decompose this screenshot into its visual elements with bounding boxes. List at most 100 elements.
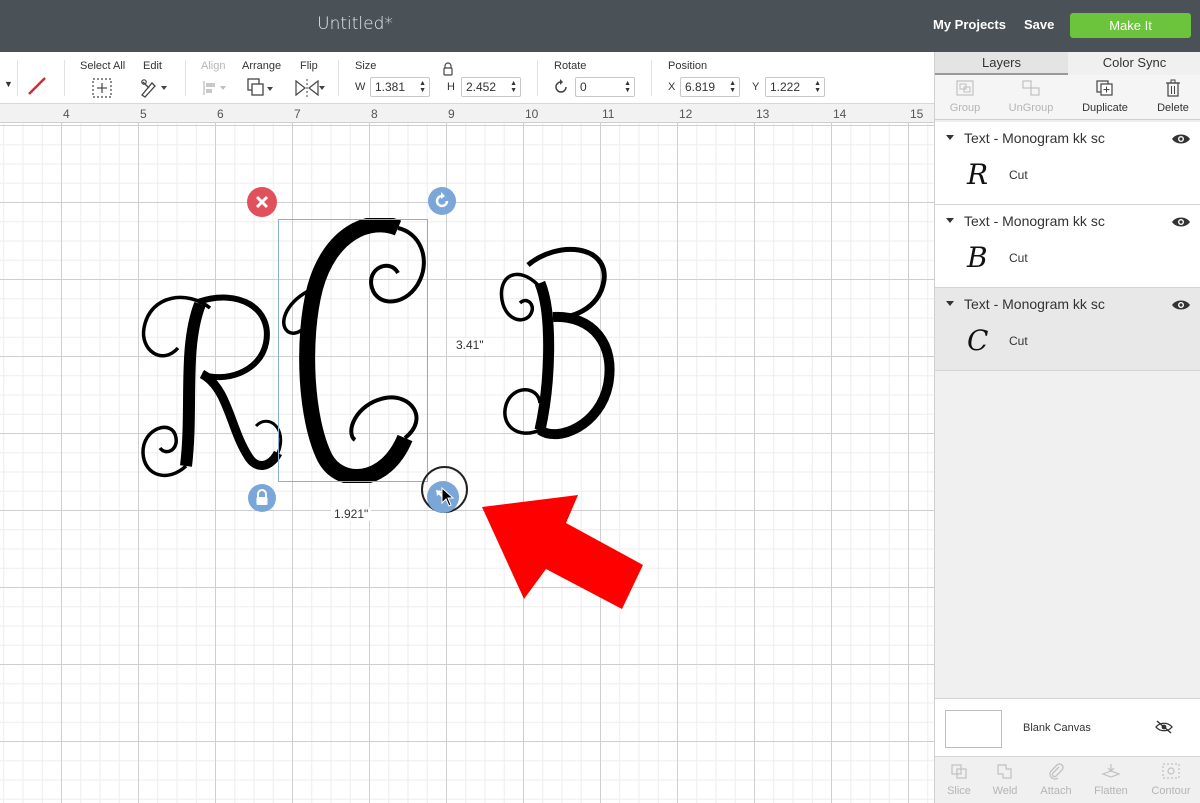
selection-bounding-box (278, 219, 428, 482)
y-stepper-icon[interactable]: ▲ ▼ (814, 80, 821, 94)
group-button[interactable]: Group (935, 79, 995, 114)
slice-button[interactable]: Slice (934, 762, 984, 797)
eye-hidden-icon[interactable] (1155, 720, 1173, 734)
ruler-tick-label: 10 (525, 107, 539, 121)
my-projects-link[interactable]: My Projects (933, 17, 1006, 32)
line-color-icon[interactable] (27, 76, 47, 101)
red-pointer-arrow (482, 495, 643, 609)
duplicate-label: Duplicate (1082, 102, 1128, 114)
ruler-tick-label: 6 (217, 107, 224, 121)
ruler-tick-label: 4 (63, 107, 70, 121)
combine-actions: Slice Weld Attach Flatten Contour (935, 756, 1200, 803)
lock-proportions-handle[interactable] (248, 484, 276, 512)
size-label: Size (355, 60, 377, 72)
ruler-tick-label: 8 (371, 107, 378, 121)
layer-operation[interactable]: Cut (1009, 251, 1028, 265)
eye-icon[interactable] (1171, 215, 1191, 229)
contour-button[interactable]: Contour (1146, 762, 1196, 797)
caret-down-icon[interactable] (946, 218, 954, 223)
lock-ratio-icon[interactable] (441, 62, 455, 81)
layer-item-selected[interactable]: Text - Monogram kk sc C Cut (935, 288, 1200, 371)
canvas-color-swatch[interactable] (945, 710, 1002, 748)
caret-down-icon[interactable] (946, 301, 954, 306)
flip-icon[interactable] (293, 77, 325, 104)
layer-operation[interactable]: Cut (1009, 334, 1028, 348)
flatten-icon (1101, 764, 1121, 778)
select-all-label: Select All (80, 60, 126, 72)
delete-button[interactable]: Delete (1143, 79, 1200, 114)
y-letter: Y (752, 81, 760, 93)
ruler-tick-label: 13 (756, 107, 770, 121)
layer-title: Text - Monogram kk sc (964, 213, 1105, 229)
height-input[interactable]: 2.452 ▲ ▼ (461, 77, 521, 97)
rotate-value: 0 (580, 80, 587, 94)
project-title: Untitled* (317, 14, 393, 34)
top-bar: Untitled* My Projects Save Make It (0, 0, 1200, 52)
duplicate-icon (1096, 80, 1113, 96)
layer-item[interactable]: Text - Monogram kk sc B Cut (935, 205, 1200, 288)
attach-button[interactable]: Attach (1031, 762, 1081, 797)
align-icon (202, 79, 228, 102)
layer-item[interactable]: Text - Monogram kk sc R Cut (935, 122, 1200, 205)
arrange-icon[interactable] (246, 77, 276, 104)
make-it-button[interactable]: Make It (1070, 13, 1191, 38)
rotate-label: Rotate (554, 60, 587, 72)
delete-label: Delete (1157, 102, 1189, 114)
layer-operation[interactable]: Cut (1009, 168, 1028, 182)
paperclip-icon (1049, 763, 1064, 780)
eye-icon[interactable] (1171, 298, 1191, 312)
chevron-down-icon[interactable]: ▼ (4, 79, 13, 89)
horizontal-ruler: 4 5 6 7 8 9 10 11 12 13 14 15 (0, 104, 934, 123)
x-position-value: 6.819 (685, 80, 716, 94)
design-canvas[interactable]: 3.41" 1.921" (0, 123, 934, 803)
flatten-button[interactable]: Flatten (1086, 762, 1136, 797)
weld-button[interactable]: Weld (980, 762, 1030, 797)
layers-panel: Layers Color Sync Group UnGroup Duplicat… (934, 52, 1200, 803)
duplicate-button[interactable]: Duplicate (1075, 79, 1135, 114)
group-label: Group (949, 102, 981, 114)
monogram-letter-r[interactable] (138, 288, 283, 483)
slice-icon (951, 764, 967, 779)
save-button[interactable]: Save (1024, 17, 1054, 32)
ruler-tick-label: 11 (602, 107, 615, 121)
height-stepper-icon[interactable]: ▲ ▼ (510, 80, 517, 94)
layer-thumbnail: C (967, 324, 989, 357)
tab-layers[interactable]: Layers (935, 52, 1068, 75)
blank-canvas-label: Blank Canvas (1023, 722, 1091, 734)
rotate-stepper-icon[interactable]: ▲ ▼ (624, 80, 631, 94)
width-letter: W (355, 81, 366, 93)
caret-down-icon[interactable] (946, 135, 954, 140)
weld-icon (997, 764, 1012, 779)
group-icon (956, 80, 974, 96)
ungroup-button[interactable]: UnGroup (1001, 79, 1061, 114)
arrange-label: Arrange (242, 60, 282, 72)
x-letter: X (668, 81, 676, 93)
height-letter: H (447, 81, 455, 93)
contour-icon (1162, 763, 1180, 779)
edit-tools-icon[interactable] (139, 77, 169, 104)
y-position-value: 1.222 (770, 80, 801, 94)
y-position-input[interactable]: 1.222 ▲ ▼ (765, 77, 825, 97)
width-dimension-label: 1.921" (331, 507, 372, 521)
x-stepper-icon[interactable]: ▲ ▼ (729, 80, 736, 94)
rotate-input[interactable]: 0 ▲ ▼ (575, 77, 635, 97)
blank-canvas-row[interactable]: Blank Canvas (935, 698, 1200, 756)
layer-title: Text - Monogram kk sc (964, 296, 1105, 312)
width-input[interactable]: 1.381 ▲ ▼ (370, 77, 430, 97)
edit-toolbar: ▼ Select All Edit Align Arrange Flip Siz… (0, 52, 934, 104)
width-stepper-icon[interactable]: ▲ ▼ (419, 80, 426, 94)
ruler-tick-label: 15 (910, 107, 924, 121)
eye-icon[interactable] (1171, 132, 1191, 146)
delete-object-handle[interactable] (247, 187, 277, 217)
weld-label: Weld (992, 785, 1018, 797)
ruler-tick-label: 9 (448, 107, 455, 121)
monogram-letter-b[interactable] (498, 245, 616, 441)
x-position-input[interactable]: 6.819 ▲ ▼ (680, 77, 740, 97)
select-all-icon[interactable] (91, 77, 113, 104)
tab-color-sync[interactable]: Color Sync (1068, 52, 1200, 75)
ruler-tick-label: 7 (294, 107, 301, 121)
layer-thumbnail: R (967, 158, 989, 191)
flatten-label: Flatten (1094, 785, 1128, 797)
lock-icon (256, 489, 268, 505)
rotate-handle[interactable] (428, 187, 456, 215)
